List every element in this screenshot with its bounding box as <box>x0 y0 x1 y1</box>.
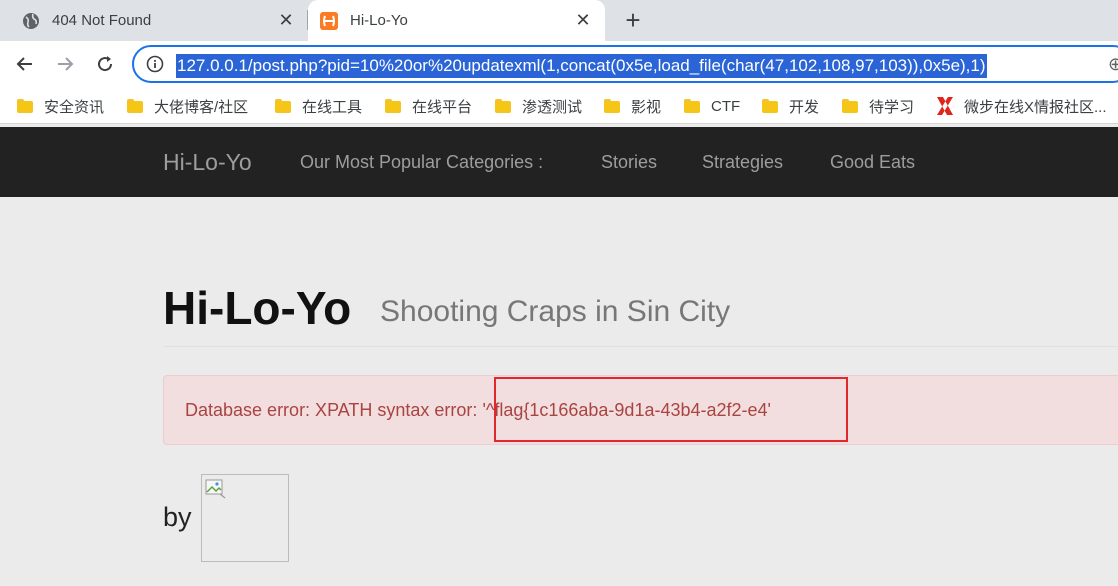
bookmark-label: 开发 <box>789 98 820 116</box>
folder-icon <box>684 99 700 113</box>
tab-hi-lo-yo[interactable]: Hi-Lo-Yo ✕ <box>308 0 605 41</box>
folder-icon <box>127 99 143 113</box>
bookmark-folder[interactable]: 安全资讯 <box>17 95 104 117</box>
nav-categories-heading: Our Most Popular Categories : <box>300 152 544 172</box>
bookmark-label: 在线平台 <box>412 98 473 116</box>
bookmark-label: 微步在线X情报社区... <box>964 98 1107 116</box>
url-text[interactable]: 127.0.0.1/post.php?pid=10%20or%20updatex… <box>176 54 987 78</box>
folder-icon <box>385 99 401 113</box>
reload-button[interactable] <box>91 50 119 78</box>
close-tab-icon[interactable]: ✕ <box>571 9 595 33</box>
xampp-icon <box>320 11 338 30</box>
bookmark-label: 在线工具 <box>302 98 363 116</box>
site-info-icon[interactable] <box>146 55 164 73</box>
bookmarks-bar: 安全资讯 大佬博客/社区 在线工具 在线平台 渗透测试 影视 CTF 开发 待学… <box>0 87 1118 124</box>
bookmark-label: CTF <box>711 97 741 115</box>
broken-image-icon <box>205 479 227 499</box>
tab-title: Hi-Lo-Yo <box>350 12 408 29</box>
x-logo-icon <box>934 95 956 117</box>
folder-icon <box>17 99 33 113</box>
page-subtitle: Shooting Craps in Sin City <box>380 295 731 328</box>
arrow-right-icon <box>58 57 74 71</box>
header-divider <box>163 346 1118 347</box>
bookmark-label: 渗透测试 <box>522 98 583 116</box>
bookmark-folder[interactable]: 大佬博客/社区 <box>127 95 248 117</box>
bookmark-label: 影视 <box>631 98 662 116</box>
nav-link-good-eats[interactable]: Good Eats <box>830 152 915 173</box>
author-image <box>201 474 289 562</box>
new-tab-button[interactable]: + <box>618 6 648 36</box>
folder-icon <box>842 99 858 113</box>
bookmark-folder[interactable]: CTF <box>684 95 740 117</box>
tab-strip: 404 Not Found ✕ Hi-Lo-Yo ✕ + <box>0 0 1118 41</box>
bookmark-label: 安全资讯 <box>44 98 105 116</box>
tab-title: 404 Not Found <box>52 12 152 29</box>
folder-icon <box>275 99 291 113</box>
site-brand-link[interactable]: Hi-Lo-Yo <box>163 149 252 176</box>
zoom-icon[interactable]: ⊕ <box>1108 54 1118 75</box>
annotation-highlight-box <box>494 377 848 442</box>
bookmark-folder[interactable]: 在线平台 <box>385 95 472 117</box>
address-bar[interactable]: 127.0.0.1/post.php?pid=10%20or%20updatex… <box>132 45 1118 83</box>
close-tab-icon[interactable]: ✕ <box>274 9 298 33</box>
arrow-left-icon <box>16 57 32 71</box>
bookmark-folder[interactable]: 开发 <box>762 95 819 117</box>
site-navbar: Hi-Lo-Yo Our Most Popular Categories : S… <box>0 127 1118 197</box>
bookmark-folder[interactable]: 影视 <box>604 95 661 117</box>
folder-icon <box>762 99 778 113</box>
tab-404-not-found[interactable]: 404 Not Found ✕ <box>0 0 308 41</box>
globe-icon <box>22 12 40 30</box>
folder-icon <box>604 99 620 113</box>
back-button[interactable] <box>11 50 39 78</box>
bookmark-link[interactable]: 微步在线X情报社区... <box>934 95 1107 117</box>
folder-icon <box>495 99 511 113</box>
bookmark-folder[interactable]: 在线工具 <box>275 95 362 117</box>
nav-link-stories[interactable]: Stories <box>601 152 657 173</box>
bookmark-folder[interactable]: 渗透测试 <box>495 95 582 117</box>
bookmark-label: 待学习 <box>869 98 915 116</box>
nav-link-strategies[interactable]: Strategies <box>702 152 783 173</box>
page-content: Hi-Lo-Yo Shooting Craps in Sin City Data… <box>0 197 1118 586</box>
reload-icon <box>98 56 113 72</box>
page-title: Hi-Lo-Yo <box>163 282 352 334</box>
author-by-label: by <box>163 502 192 532</box>
error-prefix: Database error: XPATH syntax error: <box>185 400 483 420</box>
forward-button[interactable] <box>51 50 79 78</box>
browser-toolbar: 127.0.0.1/post.php?pid=10%20or%20updatex… <box>0 41 1118 87</box>
bookmark-label: 大佬博客/社区 <box>154 98 249 116</box>
bookmark-folder[interactable]: 待学习 <box>842 95 914 117</box>
